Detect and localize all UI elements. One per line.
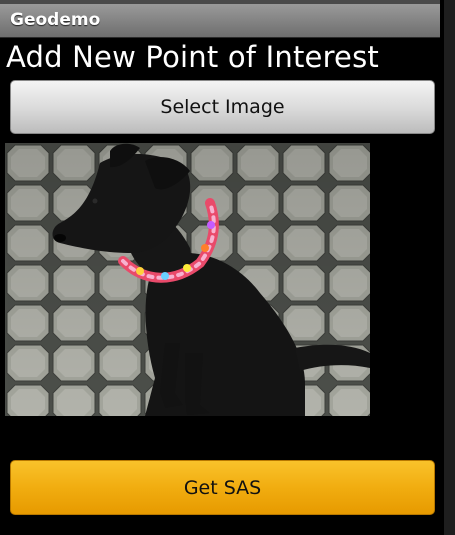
title-bar: Geodemo (0, 4, 440, 38)
app-screen: Geodemo Add New Point of Interest Select… (0, 0, 455, 535)
scrollbar[interactable] (444, 0, 455, 535)
get-sas-button[interactable]: Get SAS (10, 460, 435, 515)
select-image-button[interactable]: Select Image (10, 80, 435, 134)
selected-image (5, 143, 370, 416)
dog-photo (5, 143, 370, 416)
app-title: Geodemo (10, 10, 101, 30)
page-title: Add New Point of Interest (6, 40, 379, 74)
